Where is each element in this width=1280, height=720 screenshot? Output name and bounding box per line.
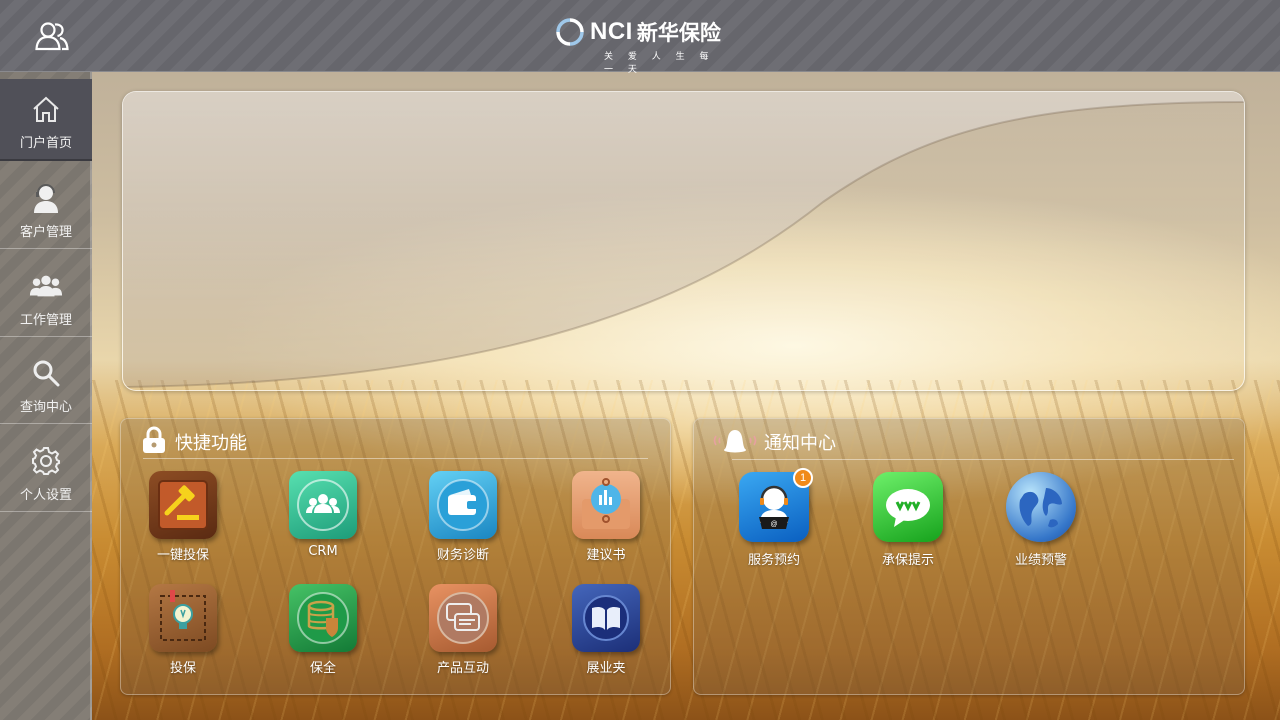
notification-center-header: 通知中心 <box>712 427 836 457</box>
quick-functions-panel: 快捷功能 一键投保 CRM 财务诊断 建议书 投保 保全 产品互动 展业夹 <box>120 418 671 695</box>
users-icon[interactable] <box>32 17 72 55</box>
proposal-chart-icon <box>572 471 640 539</box>
message-icon <box>873 472 943 542</box>
divider <box>143 458 648 459</box>
book-icon <box>572 584 640 652</box>
quick-item-insure[interactable]: 投保 <box>138 584 228 676</box>
quick-item-product-interaction[interactable]: 产品互动 <box>418 584 508 676</box>
sidebar-item-settings[interactable]: 个人设置 <box>0 424 92 512</box>
notice-item-performance-alert[interactable]: 业绩预警 <box>996 472 1086 568</box>
quick-item-label: 展业夹 <box>586 661 626 676</box>
team-icon <box>29 269 63 303</box>
sidebar-item-label: 工作管理 <box>19 313 72 328</box>
notice-item-label: 承保提示 <box>881 553 934 568</box>
quick-item-label: 保全 <box>309 661 336 676</box>
quick-item-crm[interactable]: CRM <box>278 471 368 559</box>
gear-icon <box>29 444 63 478</box>
quick-item-label: CRM <box>308 544 338 559</box>
sidebar-item-customers[interactable]: 客户管理 <box>0 161 92 249</box>
sidebar-item-search[interactable]: 查询中心 <box>0 336 92 424</box>
notice-item-underwriting-tips[interactable]: 承保提示 <box>863 472 953 568</box>
quick-item-finance-diagnosis[interactable]: 财务诊断 <box>418 471 508 563</box>
notification-center-panel: 通知中心 @ 1 服务预约 承保提示 业绩预警 <box>693 418 1245 695</box>
brand-name-cn: 新华保险 <box>636 21 721 45</box>
notice-item-label: 业绩预警 <box>1014 553 1067 568</box>
agent-icon: @ 1 <box>739 468 813 542</box>
divider <box>732 459 1234 460</box>
brand-logo: NCI 新华保险 关 爱 人 生 每 一 天 <box>556 17 726 75</box>
lightbulb-icon <box>149 584 217 652</box>
quick-functions-title: 快捷功能 <box>175 433 247 454</box>
sidebar-item-work[interactable]: 工作管理 <box>0 249 92 337</box>
brand-slogan: 关 爱 人 生 每 一 天 <box>604 52 715 75</box>
sidebar-item-home[interactable]: 门户首页 <box>0 79 92 161</box>
notice-item-service-booking[interactable]: @ 1 服务预约 <box>729 468 819 568</box>
notification-center-title: 通知中心 <box>764 433 836 454</box>
search-icon <box>29 356 63 390</box>
brand-name-en: NCI <box>590 18 633 45</box>
quick-item-label: 投保 <box>169 661 196 676</box>
customer-service-icon <box>29 181 63 215</box>
quick-item-one-click-insure[interactable]: 一键投保 <box>138 471 228 563</box>
wallet-icon <box>429 471 497 539</box>
globe-icon <box>1006 472 1076 542</box>
home-icon <box>29 92 63 126</box>
quick-item-sales-folder[interactable]: 展业夹 <box>561 584 651 676</box>
sidebar-item-label: 客户管理 <box>19 225 72 240</box>
svg-text:@: @ <box>770 521 777 528</box>
sidebar: 门户首页 客户管理 工作管理 查询中心 个人设置 <box>0 72 92 720</box>
bell-icon <box>712 427 758 457</box>
notice-item-label: 服务预约 <box>747 553 800 568</box>
quick-item-label: 一键投保 <box>156 548 209 563</box>
quick-item-preservation[interactable]: 保全 <box>278 584 368 676</box>
sidebar-item-label: 个人设置 <box>19 488 72 503</box>
lock-icon <box>141 426 167 458</box>
quick-functions-header: 快捷功能 <box>141 426 247 458</box>
crm-people-icon <box>289 471 357 539</box>
quick-item-label: 建议书 <box>586 548 626 563</box>
notification-badge: 1 <box>793 468 813 488</box>
nci-logo-mark-icon <box>556 18 584 46</box>
quick-item-proposal[interactable]: 建议书 <box>561 471 651 563</box>
sidebar-item-label: 门户首页 <box>19 136 72 151</box>
gavel-icon <box>149 471 217 539</box>
quick-item-label: 产品互动 <box>436 661 489 676</box>
sidebar-item-label: 查询中心 <box>19 400 72 415</box>
database-shield-icon <box>289 584 357 652</box>
top-bar: NCI 新华保险 关 爱 人 生 每 一 天 <box>0 0 1280 75</box>
banner-panel <box>122 91 1245 391</box>
chat-bubbles-icon <box>429 584 497 652</box>
quick-item-label: 财务诊断 <box>436 548 489 563</box>
